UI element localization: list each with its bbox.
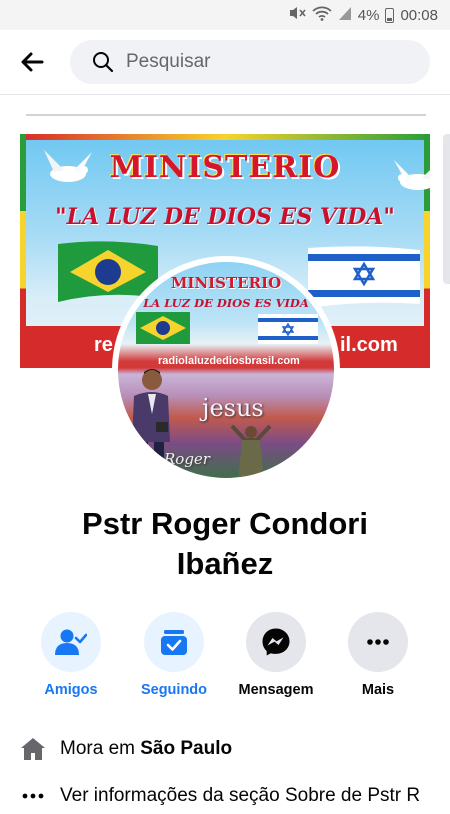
search-placeholder: Pesquisar xyxy=(126,51,211,72)
following-button-label: Seguindo xyxy=(140,682,208,698)
profile-name-line2: Ibañez xyxy=(176,546,274,581)
praying-figure-image xyxy=(230,424,272,478)
cover-frame-top xyxy=(20,134,430,140)
back-button[interactable] xyxy=(18,48,50,76)
friends-button-label: Amigos xyxy=(44,682,98,698)
info-lives-in[interactable]: Mora em São Paulo xyxy=(0,731,450,767)
message-button[interactable]: Mensagem xyxy=(226,612,326,698)
profile-actions: Amigos Seguindo Mensagem Mais xyxy=(0,612,450,702)
battery-percent: 4% xyxy=(357,6,380,24)
friends-button[interactable]: Amigos xyxy=(21,612,121,698)
brazil-flag-image xyxy=(136,312,190,344)
info-see-about[interactable]: Ver informações da seção Sobre de Pstr R xyxy=(0,778,450,814)
friends-button-circle[interactable] xyxy=(41,612,101,672)
battery-icon xyxy=(385,7,395,23)
cover-url-start: re xyxy=(94,334,113,356)
avatar-caption: jesus xyxy=(202,394,264,422)
avatar-subtitle: "LA LUZ DE DIOS ES VIDA" xyxy=(137,296,315,310)
israel-flag-image xyxy=(258,314,318,344)
cover-title: MINISTERIO xyxy=(109,150,341,185)
more-dots-icon xyxy=(20,783,46,809)
avatar-signature: Roger xyxy=(164,450,210,468)
profile-name: Pstr Roger Condori Ibañez xyxy=(0,504,450,584)
top-bar: Pesquisar xyxy=(0,30,450,95)
home-icon xyxy=(20,736,46,762)
friends-check-icon xyxy=(55,629,87,655)
cover-url-end: il.com xyxy=(340,334,398,356)
scrollbar[interactable] xyxy=(443,134,450,284)
more-button-label: Mais xyxy=(361,682,395,698)
status-bar: 4% 00:08 xyxy=(0,0,450,30)
mute-icon xyxy=(288,5,306,25)
lives-in-text: Mora em São Paulo xyxy=(60,738,232,760)
message-button-label: Mensagem xyxy=(238,682,314,698)
see-about-text[interactable]: Ver informações da seção Sobre de Pstr R xyxy=(60,785,420,807)
wifi-icon xyxy=(312,5,332,25)
avatar-image: MINISTERIO "LA LUZ DE DIOS ES VIDA" radi… xyxy=(118,262,334,478)
back-arrow-icon[interactable] xyxy=(18,48,46,76)
more-button-circle[interactable] xyxy=(348,612,408,672)
following-inbox-icon xyxy=(161,630,187,655)
search-icon xyxy=(93,52,114,73)
more-button[interactable]: Mais xyxy=(328,612,428,698)
following-button-circle[interactable] xyxy=(144,612,204,672)
avatar-title: MINISTERIO xyxy=(170,274,282,292)
following-button[interactable]: Seguindo xyxy=(124,612,224,698)
lives-in-prefix: Mora em xyxy=(60,738,141,759)
lives-in-city[interactable]: São Paulo xyxy=(140,738,232,759)
cover-subtitle: "LA LUZ DE DIOS ES VIDA" xyxy=(55,204,395,230)
search-input[interactable]: Pesquisar xyxy=(70,40,430,84)
clock: 00:08 xyxy=(400,6,438,24)
message-button-circle[interactable] xyxy=(246,612,306,672)
messenger-icon xyxy=(262,628,290,656)
more-dots-icon xyxy=(367,639,389,645)
profile-avatar[interactable]: MINISTERIO "LA LUZ DE DIOS ES VIDA" radi… xyxy=(112,256,340,484)
signal-icon xyxy=(338,5,352,25)
divider xyxy=(26,114,426,116)
profile-name-line1: Pstr Roger Condori xyxy=(82,506,368,541)
avatar-url: radiolaluzdediosbrasil.com xyxy=(158,355,300,367)
